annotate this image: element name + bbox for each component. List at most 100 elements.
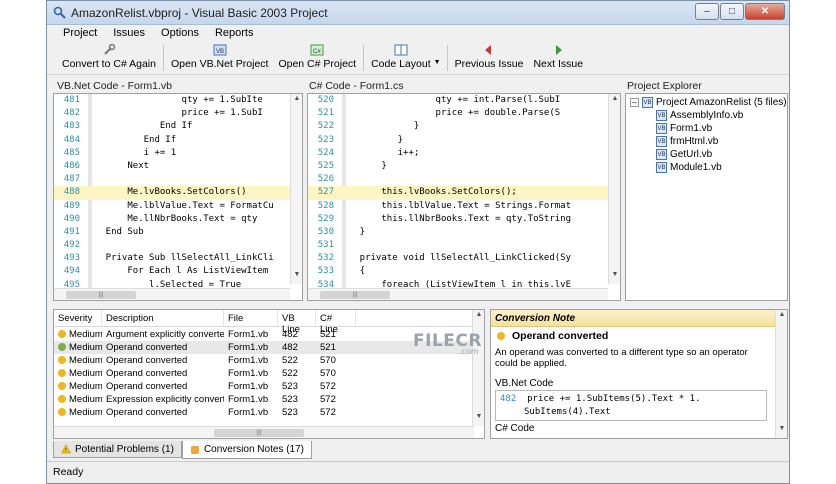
code-text: End If — [94, 121, 193, 132]
scroll-up-icon[interactable]: ▲ — [609, 95, 620, 107]
severity-icon — [58, 369, 66, 377]
menu-options[interactable]: Options — [153, 25, 207, 43]
code-line[interactable]: 532 private void llSelectAll_LinkClicked… — [308, 252, 620, 265]
code-line[interactable]: 489 Me.lblValue.Text = FormatCu — [54, 200, 302, 213]
open-cs-label: Open C# Project — [278, 58, 357, 70]
scroll-thumb[interactable]: ||| — [214, 429, 304, 437]
code-line[interactable]: 520 qty += int.Parse(l.SubI — [308, 94, 620, 107]
code-line[interactable]: 481 qty += 1.SubIte — [54, 94, 302, 107]
tree-root[interactable]: – VB Project AmazonRelist (5 files) — [630, 97, 787, 108]
tree-file[interactable]: VB frmHtml.vb — [656, 136, 718, 147]
tab-potential-problems[interactable]: ! Potential Problems (1) — [53, 441, 182, 458]
code-layout-button[interactable]: Code Layout — [366, 43, 436, 74]
scroll-thumb[interactable]: ||| — [320, 291, 390, 299]
code-line[interactable]: 527 this.lvBooks.SetColors(); — [308, 186, 620, 200]
code-line[interactable]: 526 — [308, 173, 620, 186]
scroll-up-icon[interactable]: ▲ — [291, 95, 302, 107]
code-line[interactable]: 525 } — [308, 160, 620, 173]
previous-issue-button[interactable]: Previous Issue — [450, 43, 529, 74]
code-line[interactable]: 485 i += 1 — [54, 147, 302, 160]
code-line[interactable]: 523 } — [308, 134, 620, 147]
code-line[interactable]: 491 End Sub — [54, 226, 302, 239]
code-line[interactable]: 484 End If — [54, 134, 302, 147]
table-row[interactable]: Medium Operand converted Form1.vb 482 521 — [54, 341, 474, 354]
code-line[interactable]: 486 Next — [54, 160, 302, 173]
line-number: 526 — [317, 174, 334, 185]
next-issue-button[interactable]: Next Issue — [528, 43, 588, 74]
horizontal-scrollbar[interactable]: ||| — [54, 288, 290, 300]
vb-file-icon: VB — [656, 110, 667, 121]
table-row[interactable]: Medium Operand converted Form1.vb 522 570 — [54, 354, 474, 367]
scroll-thumb[interactable]: ||| — [66, 291, 136, 299]
line-number: 533 — [317, 266, 334, 277]
tab-conversion-notes[interactable]: Conversion Notes (17) — [181, 441, 312, 459]
table-cell: Medium — [54, 328, 102, 341]
menu-bar: Project Issues Options Reports — [47, 25, 789, 43]
tab-label: Potential Problems (1) — [75, 443, 174, 455]
minimize-button[interactable]: – — [695, 3, 719, 20]
scroll-up-icon[interactable]: ▲ — [776, 311, 787, 323]
menu-reports[interactable]: Reports — [207, 25, 262, 43]
scroll-down-icon[interactable]: ▼ — [776, 425, 787, 437]
code-line[interactable]: 530 } — [308, 226, 620, 239]
column-cs-line[interactable]: C# Line — [316, 310, 356, 335]
menu-issues[interactable]: Issues — [105, 25, 153, 43]
column-description[interactable]: Description — [102, 310, 224, 326]
severity-icon — [58, 382, 66, 390]
code-line[interactable]: 494 For Each l As ListViewItem — [54, 265, 302, 278]
code-line[interactable]: 529 this.llNbrBooks.Text = qty.ToString — [308, 213, 620, 226]
scroll-down-icon[interactable]: ▼ — [291, 271, 302, 283]
code-line[interactable]: 490 Me.llNbrBooks.Text = qty — [54, 213, 302, 226]
vertical-scrollbar[interactable]: ▲ ▼ — [290, 94, 302, 284]
convert-button[interactable]: Convert to C# Again — [57, 43, 161, 74]
tree-file[interactable]: VB AssemblyInfo.vb — [656, 110, 743, 121]
table-row[interactable]: Medium Argument explicitly converted Form1… — [54, 328, 474, 341]
note-title-row: Operand converted — [497, 330, 608, 342]
code-line[interactable]: 533 { — [308, 265, 620, 278]
code-line[interactable]: 531 — [308, 239, 620, 252]
code-line[interactable]: 488 Me.lvBooks.SetColors() — [54, 186, 302, 200]
code-line[interactable]: 524 i++; — [308, 147, 620, 160]
horizontal-scrollbar[interactable]: ||| — [54, 426, 474, 438]
code-line[interactable]: 521 price += double.Parse(S — [308, 107, 620, 120]
menu-project[interactable]: Project — [55, 25, 105, 43]
cs-pane-title: C# Code - Form1.cs — [309, 80, 404, 92]
open-vb-button[interactable]: VB Open VB.Net Project — [166, 43, 273, 74]
vertical-scrollbar[interactable]: ▲ ▼ — [775, 310, 787, 438]
code-text: Me.llNbrBooks.Text = qty — [94, 213, 258, 224]
column-vb-line[interactable]: VB Line — [278, 310, 316, 335]
scroll-down-icon[interactable]: ▼ — [609, 271, 620, 283]
table-row[interactable]: Medium Expression explicitly converted For… — [54, 393, 474, 406]
chevron-down-icon[interactable]: ▼ — [434, 59, 441, 66]
column-file[interactable]: File — [224, 310, 278, 326]
code-line[interactable]: 482 price += 1.SubI — [54, 107, 302, 120]
open-cs-button[interactable]: C# Open C# Project — [273, 43, 361, 74]
code-text: Private Sub llSelectAll_LinkCli — [94, 253, 274, 264]
table-row[interactable]: Medium Operand converted Form1.vb 523 572 — [54, 380, 474, 393]
table-row[interactable]: Medium Operand converted Form1.vb 523 572 — [54, 406, 474, 419]
close-button[interactable]: ✕ — [745, 3, 785, 20]
tree-file[interactable]: VB GetUrl.vb — [656, 149, 712, 160]
code-line[interactable]: 492 — [54, 239, 302, 252]
code-line[interactable]: 493 Private Sub llSelectAll_LinkCli — [54, 252, 302, 265]
vb-code-editor[interactable]: 481 qty += 1.SubIte 482 price += 1.SubI 48… — [53, 93, 303, 301]
vb-file-icon: VB — [656, 136, 667, 147]
code-line[interactable]: 522 } — [308, 120, 620, 133]
tab-label: Conversion Notes (17) — [203, 444, 304, 455]
code-line[interactable]: 487 — [54, 173, 302, 186]
scroll-down-icon[interactable]: ▼ — [473, 413, 484, 425]
horizontal-scrollbar[interactable]: ||| — [308, 288, 608, 300]
table-row[interactable]: Medium Operand converted Form1.vb 522 570 — [54, 367, 474, 380]
tree-file[interactable]: VB Module1.vb — [656, 162, 722, 173]
collapse-icon[interactable]: – — [630, 98, 639, 107]
maximize-button[interactable]: □ — [720, 3, 744, 20]
tree-file[interactable]: VB Form1.vb — [656, 123, 712, 134]
cs-code-editor[interactable]: 520 qty += int.Parse(l.SubI 521 price += … — [307, 93, 621, 301]
column-severity[interactable]: Severity — [54, 310, 102, 326]
vertical-scrollbar[interactable]: ▲ ▼ — [472, 310, 484, 426]
code-line[interactable]: 483 End If — [54, 120, 302, 133]
line-number: 530 — [317, 226, 334, 237]
code-line[interactable]: 528 this.lblValue.Text = Strings.Format — [308, 200, 620, 213]
vertical-scrollbar[interactable]: ▲ ▼ — [608, 94, 620, 284]
scroll-up-icon[interactable]: ▲ — [473, 311, 484, 323]
